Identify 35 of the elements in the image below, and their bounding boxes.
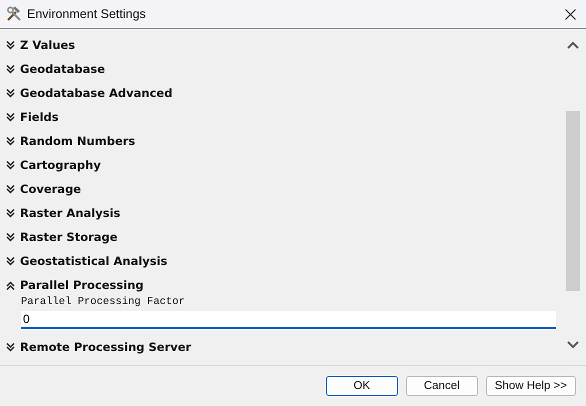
section-header[interactable]: Geostatistical Analysis xyxy=(20,254,168,268)
section-header[interactable]: Coverage xyxy=(20,182,82,196)
scrollbar-thumb[interactable] xyxy=(566,111,580,291)
section-header[interactable]: Raster Storage xyxy=(20,230,118,244)
help-button[interactable]: Show Help >> xyxy=(486,376,576,396)
section-header[interactable]: Fields xyxy=(20,110,59,124)
double-chevron-up-icon[interactable] xyxy=(6,280,15,290)
double-chevron-down-icon[interactable] xyxy=(6,342,15,352)
ok-button[interactable]: OK xyxy=(326,376,398,396)
double-chevron-down-icon[interactable] xyxy=(6,64,15,74)
double-chevron-down-icon[interactable] xyxy=(6,232,15,242)
input-field[interactable]: 0 xyxy=(21,311,556,329)
section-header[interactable]: Random Numbers xyxy=(20,134,136,148)
section-header[interactable]: Z Values xyxy=(20,38,76,52)
field-label: Parallel Processing Factor xyxy=(20,296,186,308)
close-icon[interactable] xyxy=(565,8,576,20)
double-chevron-down-icon[interactable] xyxy=(6,136,15,146)
scroll-up-icon[interactable] xyxy=(567,41,579,49)
double-chevron-down-icon[interactable] xyxy=(6,112,15,122)
section-header[interactable]: Parallel Processing xyxy=(20,278,144,292)
section-header[interactable]: Raster Analysis xyxy=(20,206,120,220)
double-chevron-down-icon[interactable] xyxy=(6,208,15,218)
cancel-button[interactable]: Cancel xyxy=(406,376,478,396)
double-chevron-down-icon[interactable] xyxy=(6,256,15,266)
window-title: Environment Settings xyxy=(27,7,147,21)
double-chevron-down-icon[interactable] xyxy=(6,160,15,170)
scroll-down-icon[interactable] xyxy=(567,341,579,349)
section-header[interactable]: Remote Processing Server xyxy=(20,340,192,354)
double-chevron-down-icon[interactable] xyxy=(6,88,15,98)
double-chevron-down-icon[interactable] xyxy=(6,40,15,50)
hammer-wrench-icon xyxy=(6,6,22,22)
section-header[interactable]: Geodatabase Advanced xyxy=(20,86,172,100)
section-header[interactable]: Cartography xyxy=(20,158,101,172)
section-header[interactable]: Geodatabase xyxy=(20,62,106,76)
double-chevron-down-icon[interactable] xyxy=(6,184,15,194)
